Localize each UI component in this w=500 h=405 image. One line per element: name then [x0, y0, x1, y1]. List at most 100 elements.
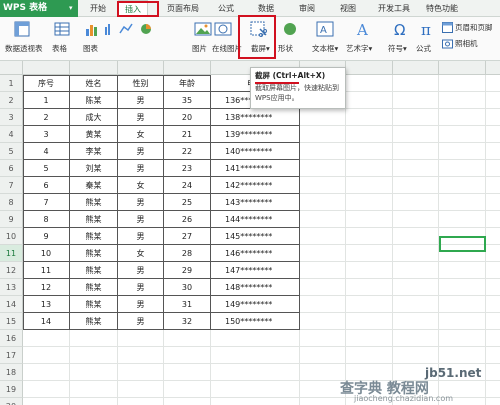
table-cell[interactable]: 6: [23, 177, 70, 194]
empty-cell[interactable]: [346, 75, 393, 92]
chevron-down-icon[interactable]: ▾: [403, 44, 407, 53]
table-cell[interactable]: 11: [23, 262, 70, 279]
empty-cell[interactable]: [486, 398, 500, 405]
empty-cell[interactable]: [439, 92, 486, 109]
empty-cell[interactable]: [23, 364, 70, 381]
row-header[interactable]: 18: [0, 364, 23, 381]
empty-cell[interactable]: [300, 194, 346, 211]
empty-cell[interactable]: [164, 398, 211, 405]
empty-cell[interactable]: [211, 330, 300, 347]
table-cell[interactable]: 熊某: [70, 245, 118, 262]
table-cell[interactable]: 146********: [211, 245, 300, 262]
picture-button[interactable]: 图片: [192, 43, 207, 54]
empty-cell[interactable]: [346, 228, 393, 245]
empty-cell[interactable]: [486, 381, 500, 398]
pivot-table-icon[interactable]: [14, 21, 30, 37]
table-cell[interactable]: 8: [23, 211, 70, 228]
column-header[interactable]: [486, 61, 500, 75]
row-header[interactable]: 7: [0, 177, 23, 194]
empty-cell[interactable]: [118, 330, 164, 347]
tab-review[interactable]: 审阅: [299, 0, 315, 17]
empty-cell[interactable]: [300, 160, 346, 177]
empty-cell[interactable]: [393, 313, 439, 330]
table-cell[interactable]: 35: [164, 92, 211, 109]
empty-cell[interactable]: [486, 364, 500, 381]
empty-cell[interactable]: [486, 262, 500, 279]
empty-cell[interactable]: [70, 381, 118, 398]
table-cell[interactable]: 143********: [211, 194, 300, 211]
chevron-down-icon[interactable]: ▾: [69, 0, 73, 17]
empty-cell[interactable]: [300, 330, 346, 347]
table-cell[interactable]: 23: [164, 160, 211, 177]
tab-special-features[interactable]: 特色功能: [426, 0, 458, 17]
column-header[interactable]: [70, 61, 118, 75]
table-cell[interactable]: 熊某: [70, 279, 118, 296]
chevron-down-icon[interactable]: ▾: [335, 44, 339, 53]
empty-cell[interactable]: [70, 364, 118, 381]
table-cell[interactable]: 13: [23, 296, 70, 313]
word-art-button[interactable]: 艺术字▾: [346, 43, 372, 54]
table-cell[interactable]: 熊某: [70, 228, 118, 245]
table-cell[interactable]: 女: [118, 245, 164, 262]
empty-cell[interactable]: [211, 398, 300, 405]
empty-cell[interactable]: [439, 194, 486, 211]
table-cell[interactable]: 5: [23, 160, 70, 177]
empty-cell[interactable]: [300, 313, 346, 330]
empty-cell[interactable]: [393, 160, 439, 177]
empty-cell[interactable]: [164, 330, 211, 347]
empty-cell[interactable]: [346, 330, 393, 347]
empty-cell[interactable]: [300, 296, 346, 313]
empty-cell[interactable]: [486, 211, 500, 228]
table-cell[interactable]: 男: [118, 296, 164, 313]
formula-icon[interactable]: π: [418, 21, 436, 37]
table-cell[interactable]: 男: [118, 279, 164, 296]
online-picture-icon[interactable]: [214, 21, 232, 37]
table-cell[interactable]: 陈某: [70, 92, 118, 109]
row-header[interactable]: 12: [0, 262, 23, 279]
chart-button[interactable]: 图表: [83, 43, 98, 54]
empty-cell[interactable]: [300, 279, 346, 296]
row-header[interactable]: 8: [0, 194, 23, 211]
table-cell[interactable]: 28: [164, 245, 211, 262]
empty-cell[interactable]: [346, 347, 393, 364]
empty-cell[interactable]: [486, 228, 500, 245]
empty-cell[interactable]: [70, 398, 118, 405]
empty-cell[interactable]: [300, 143, 346, 160]
empty-cell[interactable]: [439, 313, 486, 330]
table-cell[interactable]: 26: [164, 211, 211, 228]
empty-cell[interactable]: [346, 160, 393, 177]
table-cell[interactable]: 男: [118, 262, 164, 279]
table-cell[interactable]: 139********: [211, 126, 300, 143]
empty-cell[interactable]: [393, 126, 439, 143]
empty-cell[interactable]: [70, 347, 118, 364]
empty-cell[interactable]: [393, 194, 439, 211]
empty-cell[interactable]: [393, 211, 439, 228]
table-cell[interactable]: 30: [164, 279, 211, 296]
empty-cell[interactable]: [70, 330, 118, 347]
empty-cell[interactable]: [393, 92, 439, 109]
table-cell[interactable]: 男: [118, 92, 164, 109]
row-header[interactable]: 19: [0, 381, 23, 398]
empty-cell[interactable]: [393, 347, 439, 364]
picture-icon[interactable]: [194, 21, 212, 37]
empty-cell[interactable]: [393, 143, 439, 160]
empty-cell[interactable]: [300, 126, 346, 143]
empty-cell[interactable]: [300, 177, 346, 194]
table-cell[interactable]: 32: [164, 313, 211, 330]
shapes-button[interactable]: 形状: [278, 43, 298, 54]
table-cell[interactable]: 138********: [211, 109, 300, 126]
table-cell[interactable]: 9: [23, 228, 70, 245]
table-cell[interactable]: 男: [118, 109, 164, 126]
empty-cell[interactable]: [300, 347, 346, 364]
omega-icon[interactable]: Ω: [392, 21, 410, 37]
table-cell[interactable]: 14: [23, 313, 70, 330]
row-header[interactable]: 6: [0, 160, 23, 177]
empty-cell[interactable]: [346, 92, 393, 109]
empty-cell[interactable]: [118, 398, 164, 405]
table-cell[interactable]: 男: [118, 313, 164, 330]
empty-cell[interactable]: [118, 347, 164, 364]
table-cell[interactable]: 148********: [211, 279, 300, 296]
camera-button[interactable]: 照相机: [455, 38, 478, 49]
table-cell[interactable]: 熊某: [70, 262, 118, 279]
empty-cell[interactable]: [439, 160, 486, 177]
